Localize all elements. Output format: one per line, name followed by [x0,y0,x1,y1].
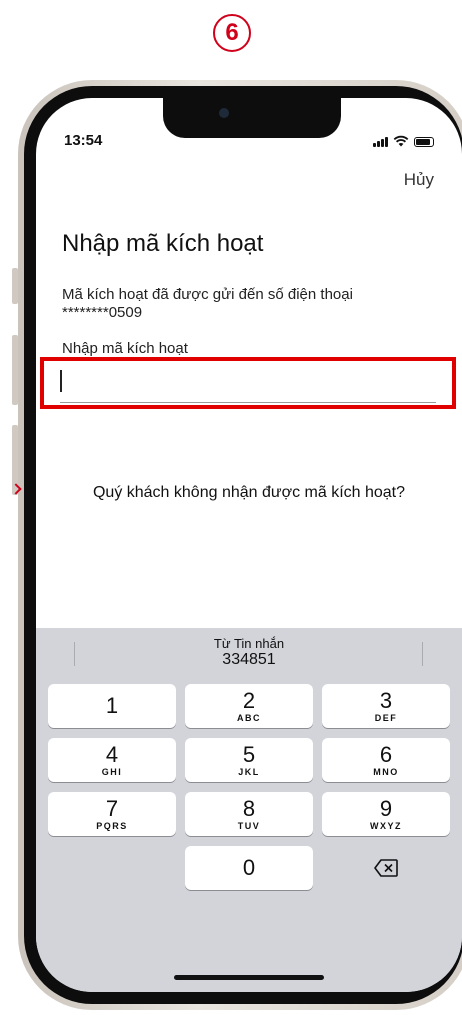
home-indicator[interactable] [174,975,324,980]
activation-code-label: Nhập mã kích hoạt [62,340,188,357]
key-1[interactable]: 1 [48,684,176,728]
phone-screen: 13:54 Hủy Nhập mã kích hoạt Mã kích hoạt… [36,98,462,992]
camera-icon [219,108,229,118]
wifi-icon [393,135,409,147]
page-title: Nhập mã kích hoạt [62,230,264,257]
sent-to-description: Mã kích hoạt đã được gửi đến số điện tho… [62,286,422,322]
backspace-icon [374,859,398,877]
key-9[interactable]: 9 WXYZ [322,792,450,836]
key-3[interactable]: 3 DEF [322,684,450,728]
key-7[interactable]: 7 PQRS [48,792,176,836]
signal-icon [373,137,388,147]
key-8[interactable]: 8 TUV [185,792,313,836]
suggestion-source: Từ Tin nhắn [213,636,285,651]
numeric-keyboard: Từ Tin nhắn 334851 1 2 ABC 3 DEF 4 GHI 5 JKL… [36,628,462,992]
side-button-volume-up [12,335,18,405]
cancel-button[interactable]: Hủy [404,170,434,190]
key-2[interactable]: 2 ABC [185,684,313,728]
resend-code-link[interactable]: Quý khách không nhận được mã kích hoạt? [36,484,462,502]
otp-suggestion[interactable]: Từ Tin nhắn 334851 [36,636,462,669]
status-time: 13:54 [64,132,103,149]
key-0[interactable]: 0 [185,846,313,890]
key-5[interactable]: 5 JKL [185,738,313,782]
key-4[interactable]: 4 GHI [48,738,176,782]
suggestion-code: 334851 [222,651,276,668]
delete-key[interactable] [322,846,450,890]
description-text: Mã kích hoạt đã được gửi đến số điện tho… [62,286,353,303]
masked-phone-number: ********0509 [62,304,143,321]
input-highlight-frame [40,357,456,409]
otp-suggestion-bar[interactable]: Từ Tin nhắn 334851 [36,628,462,678]
notch [163,98,341,138]
key-6[interactable]: 6 MNO [322,738,450,782]
status-icons [373,135,434,147]
side-button-silent [12,268,18,304]
battery-icon [414,137,434,147]
step-number-badge: 6 [213,14,251,52]
